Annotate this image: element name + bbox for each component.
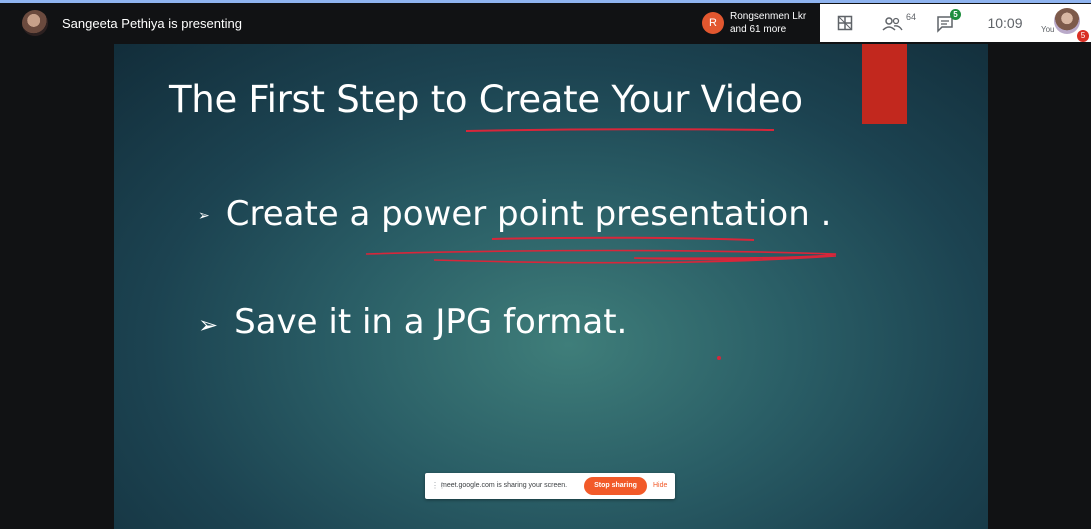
people-button[interactable]: 64: [880, 4, 924, 42]
participant-avatar: R: [702, 12, 724, 34]
window-top-edge: [0, 0, 1091, 3]
people-count: 64: [906, 12, 917, 22]
participant-chip[interactable]: R Rongsenmen Lkr and 61 more: [700, 8, 818, 38]
share-status-text: meet.google.com is sharing your screen.: [441, 482, 568, 489]
people-icon: [882, 17, 903, 31]
pen-annotations: [365, 128, 837, 360]
stop-sharing-button[interactable]: Stop sharing: [584, 477, 647, 495]
clock-time: 10:09: [987, 15, 1023, 31]
meeting-top-bar: Sangeeta Pethiya is presenting R Rongsen…: [0, 0, 1091, 44]
meeting-controls: 64 5 10:09 You 5: [820, 4, 1091, 42]
title-underline: [465, 128, 775, 132]
chat-badge: 5: [950, 9, 961, 20]
annotation-dot: [717, 356, 721, 360]
layout-icon: [837, 15, 853, 31]
participant-more: and 61 more: [730, 24, 787, 35]
participant-name: Rongsenmen Lkr: [730, 11, 807, 22]
chat-button[interactable]: 5: [932, 4, 966, 42]
hide-button[interactable]: Hide: [653, 482, 667, 489]
you-label: You: [1041, 25, 1055, 34]
presenter-avatar: [22, 10, 48, 36]
presenting-label: Sangeeta Pethiya is presenting: [62, 16, 242, 31]
screen-share-bar: ⋮⋮ meet.google.com is sharing your scree…: [425, 473, 675, 499]
self-avatar[interactable]: [1054, 8, 1080, 34]
bullet-underline: [491, 236, 755, 241]
self-badge: 5: [1077, 30, 1089, 42]
layout-button[interactable]: [830, 4, 860, 42]
presented-slide: The First Step to Create Your Video ➢ Cre…: [114, 44, 988, 529]
bullet-scribble: [365, 249, 837, 264]
